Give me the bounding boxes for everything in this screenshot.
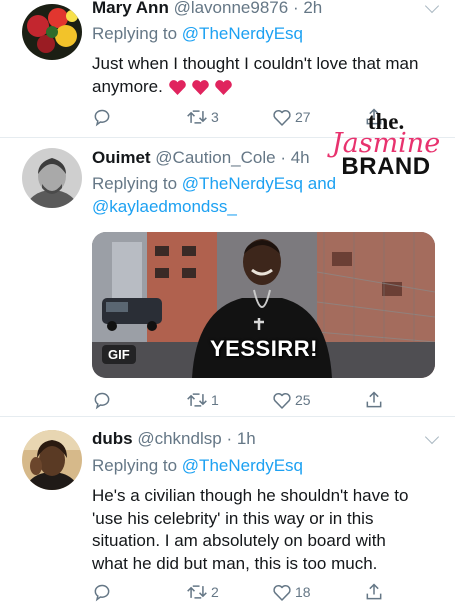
gif-media[interactable]: GIF YESSIRR! [92,232,435,378]
heart-emojis [168,79,233,96]
like-button[interactable]: 27 [272,106,311,128]
tweet-actions: 1 25 [92,389,392,411]
tweet-body: Just when I thought I couldn't love that… [92,54,419,96]
retweet-icon [187,393,207,407]
retweet-icon [187,110,207,124]
display-name[interactable]: Mary Ann [92,0,169,17]
replying-label: Replying to [92,174,178,193]
tweet-text: He's a civilian though he shouldn't have… [92,486,409,573]
reply-button[interactable] [92,106,112,128]
gif-badge: GIF [102,345,136,364]
tweet-header: dubs @chkndlsp · 1h [92,429,256,449]
chevron-down-icon[interactable] [424,0,440,14]
share-button[interactable] [364,389,384,411]
like-icon [273,584,291,601]
like-count: 25 [295,392,311,408]
retweet-icon [187,585,207,599]
tweet-header: Ouimet @Caution_Cole · 4h [92,148,310,168]
gif-caption: YESSIRR! [210,336,318,361]
replying-to: Replying to @TheNerdyEsq [92,454,303,477]
avatar[interactable] [22,148,82,208]
replying-label: Replying to [92,24,178,43]
like-count: 18 [295,584,311,600]
timestamp[interactable]: · 1h [226,429,255,448]
retweet-button[interactable]: 1 [186,389,219,411]
tweet-text: Just when I thought I couldn't love that… [92,53,437,98]
like-count: 27 [295,109,311,125]
share-icon [366,391,382,408]
reply-icon [94,109,110,127]
mention-link[interactable]: @kaylaedmondss_ [92,197,237,216]
red-heart-emoji-icon [191,79,209,95]
handle[interactable]: @lavonne9876 [174,0,289,17]
reply-icon [94,584,110,602]
timestamp[interactable]: · 4h [280,148,309,167]
reply-button[interactable] [92,389,112,411]
display-name[interactable]: dubs [92,429,133,448]
replying-to: Replying to @TheNerdyEsq [92,22,303,45]
timestamp[interactable]: · 2h [293,0,322,17]
display-name[interactable]: Ouimet [92,148,151,167]
retweet-button[interactable]: 3 [186,106,219,128]
like-icon [273,109,291,126]
tweet-header: Mary Ann @lavonne9876 · 2h [92,0,322,18]
retweet-count: 2 [211,584,219,600]
red-heart-emoji-icon [168,79,186,95]
mention-link[interactable]: @TheNerdyEsq [182,24,303,43]
share-icon [366,583,382,600]
retweet-count: 3 [211,109,219,125]
tweet-dubs[interactable]: dubs @chkndlsp · 1h Replying to @TheNerd… [0,417,455,602]
like-icon [273,392,291,409]
avatar[interactable] [22,4,82,60]
handle[interactable]: @chkndlsp [137,429,221,448]
replying-label: Replying to [92,456,178,475]
handle[interactable]: @Caution_Cole [155,148,275,167]
watermark-brand: BRAND [341,153,431,180]
red-heart-emoji-icon [214,79,232,95]
mention-link[interactable]: @TheNerdyEsq [182,174,303,193]
chevron-down-icon[interactable] [424,429,440,445]
like-button[interactable]: 25 [272,389,311,411]
avatar[interactable] [22,430,82,490]
reply-icon [94,392,110,410]
retweet-count: 1 [211,392,219,408]
watermark-logo: the. Jasmine BRAND [331,110,441,180]
mention-link[interactable]: @TheNerdyEsq [182,456,303,475]
